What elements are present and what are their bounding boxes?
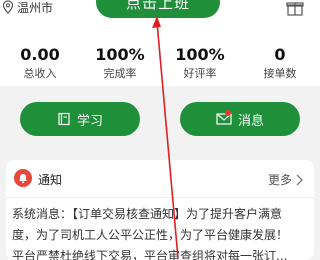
chevron-right-icon	[296, 174, 303, 185]
stat-label: 接单数	[263, 67, 297, 80]
notice-title: 通知	[38, 173, 63, 187]
stat-positive-rate[interactable]: 100% 好评率	[160, 46, 240, 86]
stat-value: 0.00	[20, 45, 60, 64]
start-work-button[interactable]: 点击上班	[96, 0, 220, 18]
notice-header: 通知 更多	[6, 160, 314, 198]
stat-order-count[interactable]: 0 接单数	[240, 46, 320, 86]
gift-icon[interactable]	[286, 0, 304, 16]
notice-card: 通知 更多 系统消息：【订单交易核查通知】为了提升客户满意 度，为了司机工人公平…	[6, 160, 314, 260]
stat-total-income[interactable]: 0.00 总收入	[0, 46, 80, 86]
top-panel: 温州市 点击上班 0.00 总收入 100% 完成率 100% 好评率 0 接单…	[0, 0, 320, 86]
more-link[interactable]: 更多	[268, 171, 303, 188]
message-button[interactable]: 消息	[180, 102, 300, 136]
unread-dot	[225, 110, 231, 116]
notice-line: 平台严禁杜绝线下交易，平台审查组将对每一张订...	[12, 249, 288, 260]
stat-label: 总收入	[23, 67, 57, 80]
location-pin-icon	[2, 0, 14, 14]
stat-label: 完成率	[103, 67, 137, 80]
study-label: 学习	[76, 113, 103, 129]
notice-body[interactable]: 系统消息：【订单交易核查通知】为了提升客户满意 度，为了司机工人公平公正性，为了…	[12, 204, 308, 260]
message-label: 消息	[237, 113, 264, 129]
bell-icon	[14, 169, 32, 187]
more-label: 更多	[268, 173, 293, 187]
notice-line: 度，为了司机工人公平公正性，为了平台健康发展！	[12, 228, 289, 242]
study-button[interactable]: 学习	[20, 102, 140, 136]
location-selector[interactable]: 温州市	[2, 0, 54, 15]
stat-value: 0	[274, 45, 286, 64]
location-label: 温州市	[17, 0, 54, 15]
action-buttons: 学习 消息	[0, 102, 320, 142]
stat-value: 100%	[95, 45, 145, 64]
notice-line: 系统消息：【订单交易核查通知】为了提升客户满意	[12, 207, 283, 221]
stat-value: 100%	[175, 45, 225, 64]
stat-completion-rate[interactable]: 100% 完成率	[80, 46, 160, 86]
stat-label: 好评率	[183, 67, 217, 80]
stats-row: 0.00 总收入 100% 完成率 100% 好评率 0 接单数	[0, 46, 320, 86]
book-icon	[58, 112, 70, 126]
